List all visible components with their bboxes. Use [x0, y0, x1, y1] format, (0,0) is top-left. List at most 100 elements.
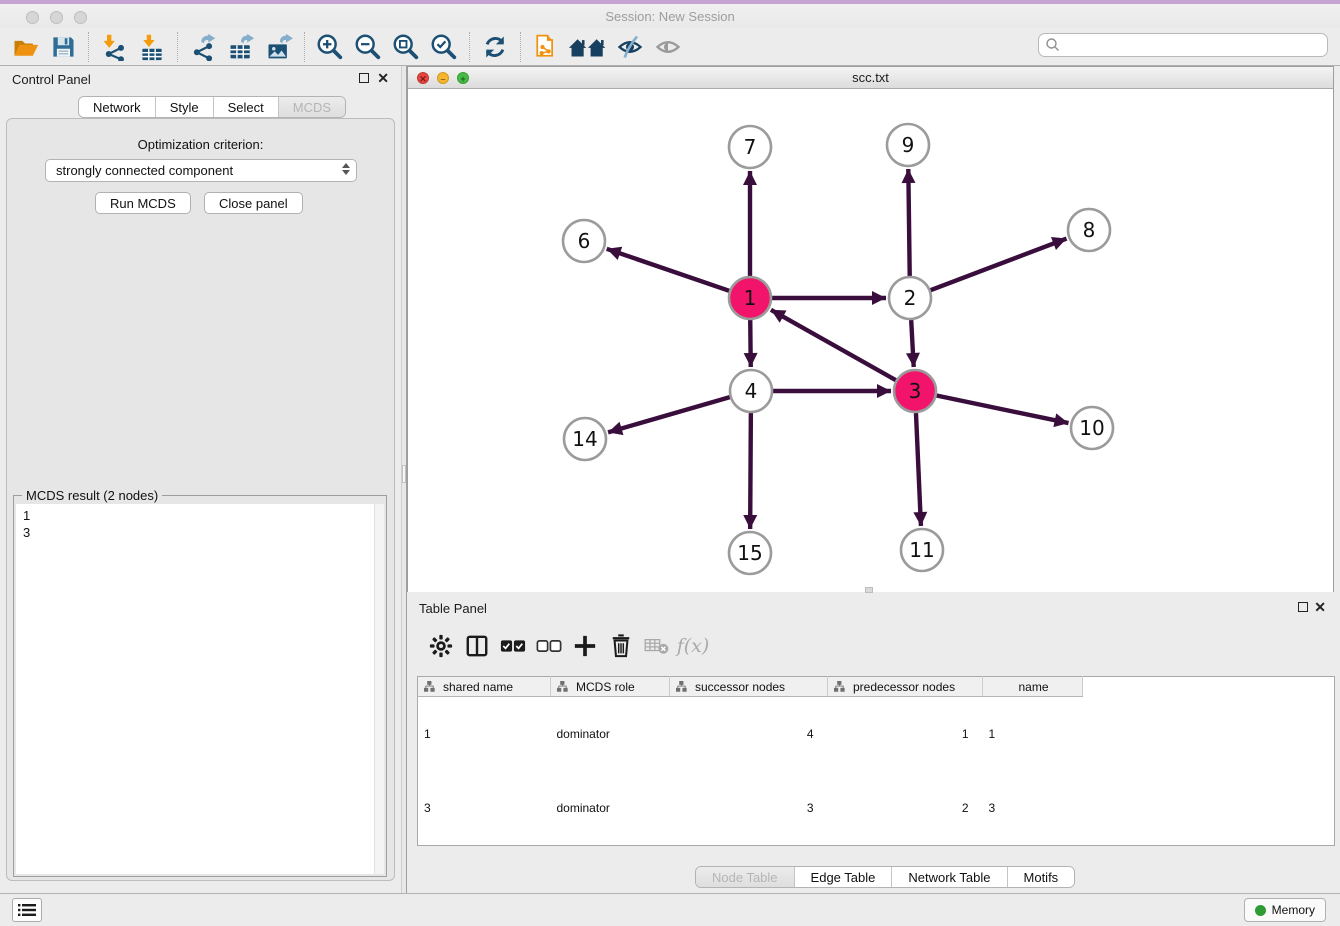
refresh-icon: [481, 33, 509, 61]
cell-name[interactable]: 3: [983, 771, 1083, 846]
save-session-button[interactable]: [44, 30, 82, 64]
column-header-mcds-role[interactable]: MCDS role: [551, 677, 670, 697]
svg-text:15: 15: [737, 541, 762, 565]
edge-3-1[interactable]: [771, 310, 896, 380]
cell-mcds-role[interactable]: dominator: [551, 697, 670, 772]
cell-predecessor-nodes[interactable]: 1: [828, 697, 983, 772]
optimization-criterion-select[interactable]: strongly connected component: [45, 159, 357, 182]
import-table-button[interactable]: [133, 30, 171, 64]
cell-predecessor-nodes[interactable]: 2: [828, 771, 983, 846]
tab-node-table[interactable]: Node Table: [696, 867, 795, 887]
cell-mcds-role[interactable]: dominator: [551, 771, 670, 846]
export-table-button[interactable]: [222, 30, 260, 64]
control-panel-header: Control Panel ✕: [0, 66, 401, 92]
cell-shared-name[interactable]: 1: [418, 697, 551, 772]
open-file-button[interactable]: [6, 30, 44, 64]
memory-button[interactable]: Memory: [1244, 898, 1326, 922]
show-panels-button[interactable]: [649, 30, 687, 64]
edge-2-9[interactable]: [908, 169, 909, 276]
edge-2-3[interactable]: [911, 320, 914, 367]
table-panel-header: Table Panel ✕: [407, 595, 1334, 621]
deselect-all-button[interactable]: [531, 629, 567, 663]
edge-1-4[interactable]: [750, 320, 751, 367]
graph-node-3[interactable]: 3: [894, 370, 936, 412]
zoom-in-button[interactable]: [311, 30, 349, 64]
close-panel-button[interactable]: Close panel: [204, 192, 303, 214]
delete-button[interactable]: [603, 629, 639, 663]
zoom-fit-button[interactable]: [387, 30, 425, 64]
graph-node-10[interactable]: 10: [1071, 407, 1113, 449]
function-builder-button[interactable]: f(x): [675, 629, 711, 663]
cell-name[interactable]: 1: [983, 697, 1083, 772]
column-header-predecessor-nodes[interactable]: predecessor nodes: [828, 677, 983, 697]
import-network-button[interactable]: [95, 30, 133, 64]
search-input[interactable]: [1061, 38, 1327, 53]
delete-icon: [610, 634, 632, 658]
table-toolbar: f(x): [407, 625, 1334, 667]
delete-table-icon: [644, 636, 670, 656]
graph-node-9[interactable]: 9: [887, 124, 929, 166]
close-panel-icon[interactable]: ✕: [377, 70, 389, 86]
column-header-successor-nodes[interactable]: successor nodes: [670, 677, 828, 697]
task-history-button[interactable]: [12, 898, 42, 922]
graph-node-7[interactable]: 7: [729, 126, 771, 168]
export-table-icon: [227, 33, 255, 61]
svg-text:2: 2: [904, 286, 917, 310]
graph-node-1[interactable]: 1: [729, 277, 771, 319]
hide-panels-button[interactable]: [611, 30, 649, 64]
network-canvas[interactable]: 7 9 6 8 1 2 4 3 14 10 15 11: [408, 89, 1333, 592]
close-panel-icon[interactable]: ✕: [1314, 599, 1326, 615]
table-row[interactable]: 1dominator411: [418, 697, 1335, 772]
add-column-button[interactable]: [567, 629, 603, 663]
export-image-button[interactable]: [260, 30, 298, 64]
split-pane-button[interactable]: [459, 629, 495, 663]
home-buttons[interactable]: [565, 30, 611, 64]
tab-edge-table[interactable]: Edge Table: [795, 867, 893, 887]
save-session-icon: [49, 33, 77, 61]
float-panel-icon[interactable]: [1298, 602, 1308, 612]
table-row[interactable]: 3dominator323: [418, 771, 1335, 846]
export-network-button[interactable]: [184, 30, 222, 64]
tab-style[interactable]: Style: [156, 97, 214, 117]
edge-3-11[interactable]: [916, 413, 921, 526]
graph-node-6[interactable]: 6: [563, 220, 605, 262]
open-file-icon: [10, 33, 40, 61]
horizontal-splitter-handle[interactable]: [865, 587, 873, 593]
graph-node-2[interactable]: 2: [889, 277, 931, 319]
tab-motifs[interactable]: Motifs: [1008, 867, 1075, 887]
graph-node-11[interactable]: 11: [901, 529, 943, 571]
graph-node-15[interactable]: 15: [729, 532, 771, 574]
table-settings-button[interactable]: [423, 629, 459, 663]
refresh-button[interactable]: [476, 30, 514, 64]
column-header-shared-name[interactable]: shared name: [418, 677, 551, 697]
tab-mcds[interactable]: MCDS: [279, 97, 345, 117]
delete-table-button[interactable]: [639, 629, 675, 663]
graph-node-8[interactable]: 8: [1068, 209, 1110, 251]
edge-1-6[interactable]: [607, 249, 729, 291]
cell-shared-name[interactable]: 3: [418, 771, 551, 846]
zoom-selected-button[interactable]: [425, 30, 463, 64]
edge-3-10[interactable]: [937, 396, 1069, 424]
tab-network[interactable]: Network: [79, 97, 156, 117]
edge-2-8[interactable]: [931, 239, 1067, 291]
edge-4-14[interactable]: [608, 397, 730, 432]
zoom-out-button[interactable]: [349, 30, 387, 64]
mcds-result-title: MCDS result (2 nodes): [22, 488, 162, 503]
graph-node-14[interactable]: 14: [564, 418, 606, 460]
edge-4-15[interactable]: [750, 413, 751, 529]
graph-node-4[interactable]: 4: [730, 370, 772, 412]
tab-network-table[interactable]: Network Table: [892, 867, 1007, 887]
cell-successor-nodes[interactable]: 3: [670, 771, 828, 846]
select-all-button[interactable]: [495, 629, 531, 663]
splitter-handle[interactable]: [402, 465, 406, 483]
control-panel-title: Control Panel: [12, 72, 91, 87]
run-mcds-button[interactable]: Run MCDS: [95, 192, 191, 214]
cell-successor-nodes[interactable]: 4: [670, 697, 828, 772]
float-panel-icon[interactable]: [359, 73, 369, 83]
hide-panels-icon: [616, 33, 644, 61]
column-header-name[interactable]: name: [983, 677, 1083, 697]
result-scrollbar[interactable]: [374, 504, 384, 874]
tab-select[interactable]: Select: [214, 97, 279, 117]
clone-network-button[interactable]: [527, 30, 565, 64]
mcds-result-list[interactable]: 1 3: [16, 504, 374, 874]
